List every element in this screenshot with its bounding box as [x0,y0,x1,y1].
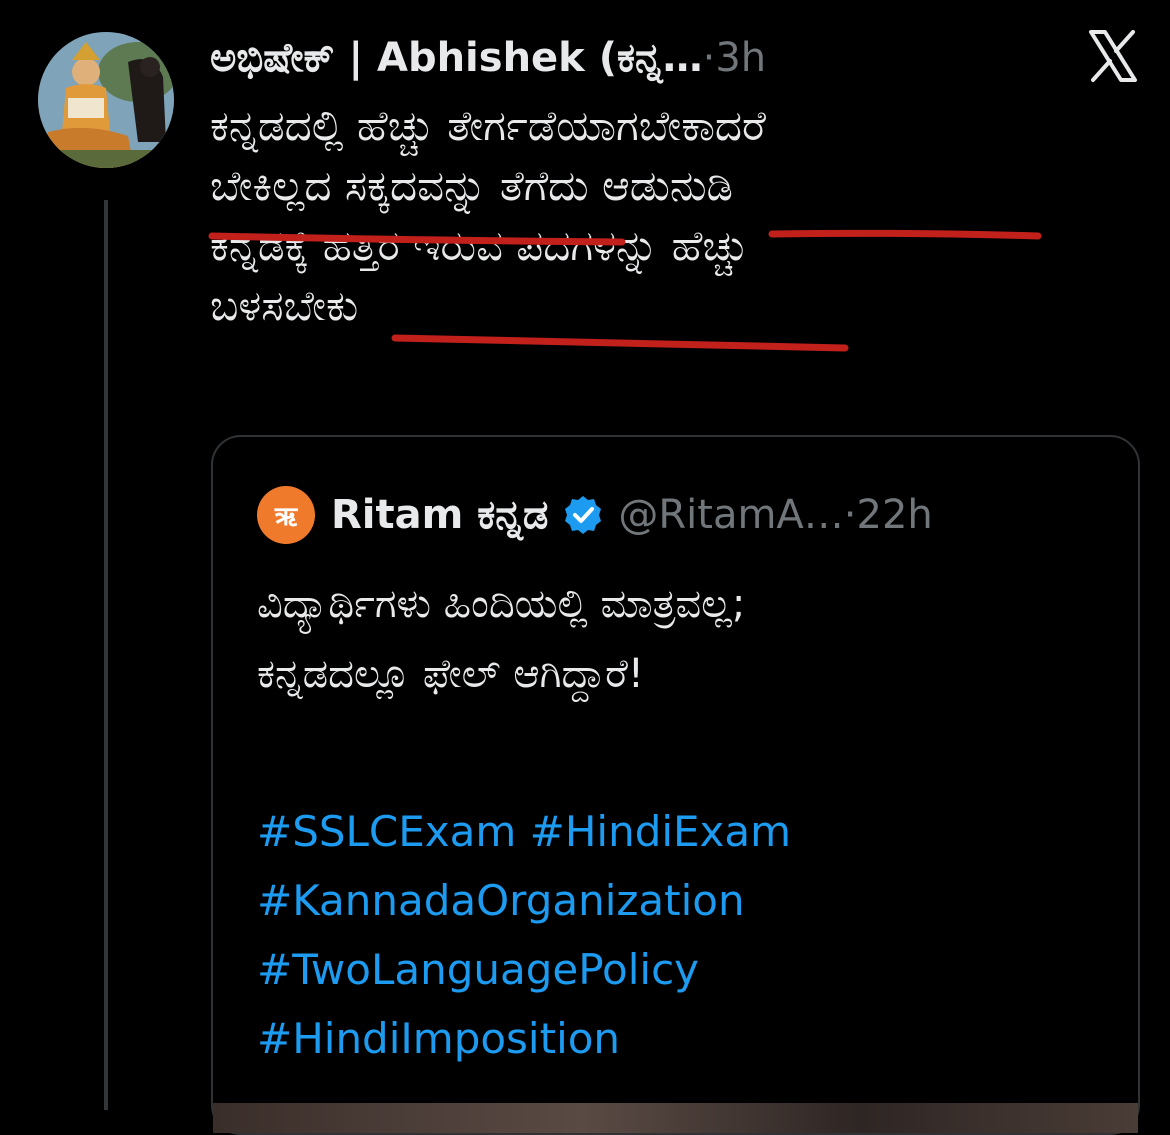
tweet-line: ಕನ್ನಡಕ್ಕೆ ಹತ್ತಿರ ಇರುವ ಪದಗಳನ್ನು ಹೆಚ್ಚು [210,221,749,270]
quoted-tweet-line: ಕನ್ನಡದಲ್ಲೂ ಫೇಲ್ ಆಗಿದ್ದಾರೆ! [257,651,644,697]
quoted-tweet-body: ವಿದ್ಯಾರ್ಥಿಗಳು ಹಿಂದಿಯಲ್ಲಿ ಮಾತ್ರವಲ್ಲ; ಕನ್ನ… [257,569,1117,709]
quoted-tweet-line: ವಿದ್ಯಾರ್ಥಿಗಳು ಹಿಂದಿಯಲ್ಲಿ ಮಾತ್ರವಲ್ಲ; [257,581,746,627]
tweet-header: ಅಭಿಷೇಕ್ | Abhishek (ಕನ್ನ… · 3h [210,30,766,86]
avatar-illustration [38,32,174,168]
ritam-logo-icon[interactable]: ऋ [257,486,315,544]
author-name[interactable]: ಅಭಿಷೇಕ್ | Abhishek (ಕನ್ನ… [210,35,703,81]
verified-badge-icon [565,496,602,534]
thread-connector-line [104,200,108,1110]
x-logo-icon[interactable] [1085,28,1141,84]
quoted-author-name[interactable]: Ritam ಕನ್ನಡ [331,492,548,538]
hashtag-list: #SSLCExam #HindiExam #KannadaOrganizatio… [257,797,1117,1073]
underline-stroke [391,334,849,352]
quoted-author-handle[interactable]: @RitamA… [618,492,843,538]
quoted-tweet-header: ऋ Ritam ಕನ್ನಡ @RitamA… · 22h [257,486,933,544]
tweet-line: ಕನ್ನಡದಲ್ಲಿ ಹೆಚ್ಚು ತೇರ್ಗಡೆಯಾಗಬೇಕಾದರೆ [210,101,766,150]
header-separator: · [702,35,716,81]
quoted-tweet-time[interactable]: 22h [857,492,933,538]
hashtag-line[interactable]: #SSLCExam #HindiExam [257,797,1117,866]
author-avatar[interactable] [38,32,174,168]
quoted-media-preview[interactable] [213,1103,1138,1133]
hashtag-line[interactable]: #HindiImposition [257,1004,1117,1073]
hashtag-line[interactable]: #TwoLanguagePolicy [257,935,1117,1004]
tweet-line: ಬೇಕಿಲ್ಲದ ಸಕ್ಕದವನ್ನು ತೆಗೆದು ಆಡುನುಡಿ [210,161,734,210]
quoted-header-separator: · [843,492,857,538]
tweet-line: ಬಳಸಬೇಕು [210,281,359,330]
tweet-body: ಕನ್ನಡದಲ್ಲಿ ಹೆಚ್ಚು ತೇರ್ಗಡೆಯಾಗಬೇಕಾದರೆ ಬೇಕಿ… [210,96,1110,336]
quoted-tweet-card[interactable]: ऋ Ritam ಕನ್ನಡ @RitamA… · 22h ವಿದ್ಯಾರ್ಥಿಗ… [211,435,1140,1135]
tweet-time[interactable]: 3h [715,35,766,81]
hashtag-line[interactable]: #KannadaOrganization [257,866,1117,935]
